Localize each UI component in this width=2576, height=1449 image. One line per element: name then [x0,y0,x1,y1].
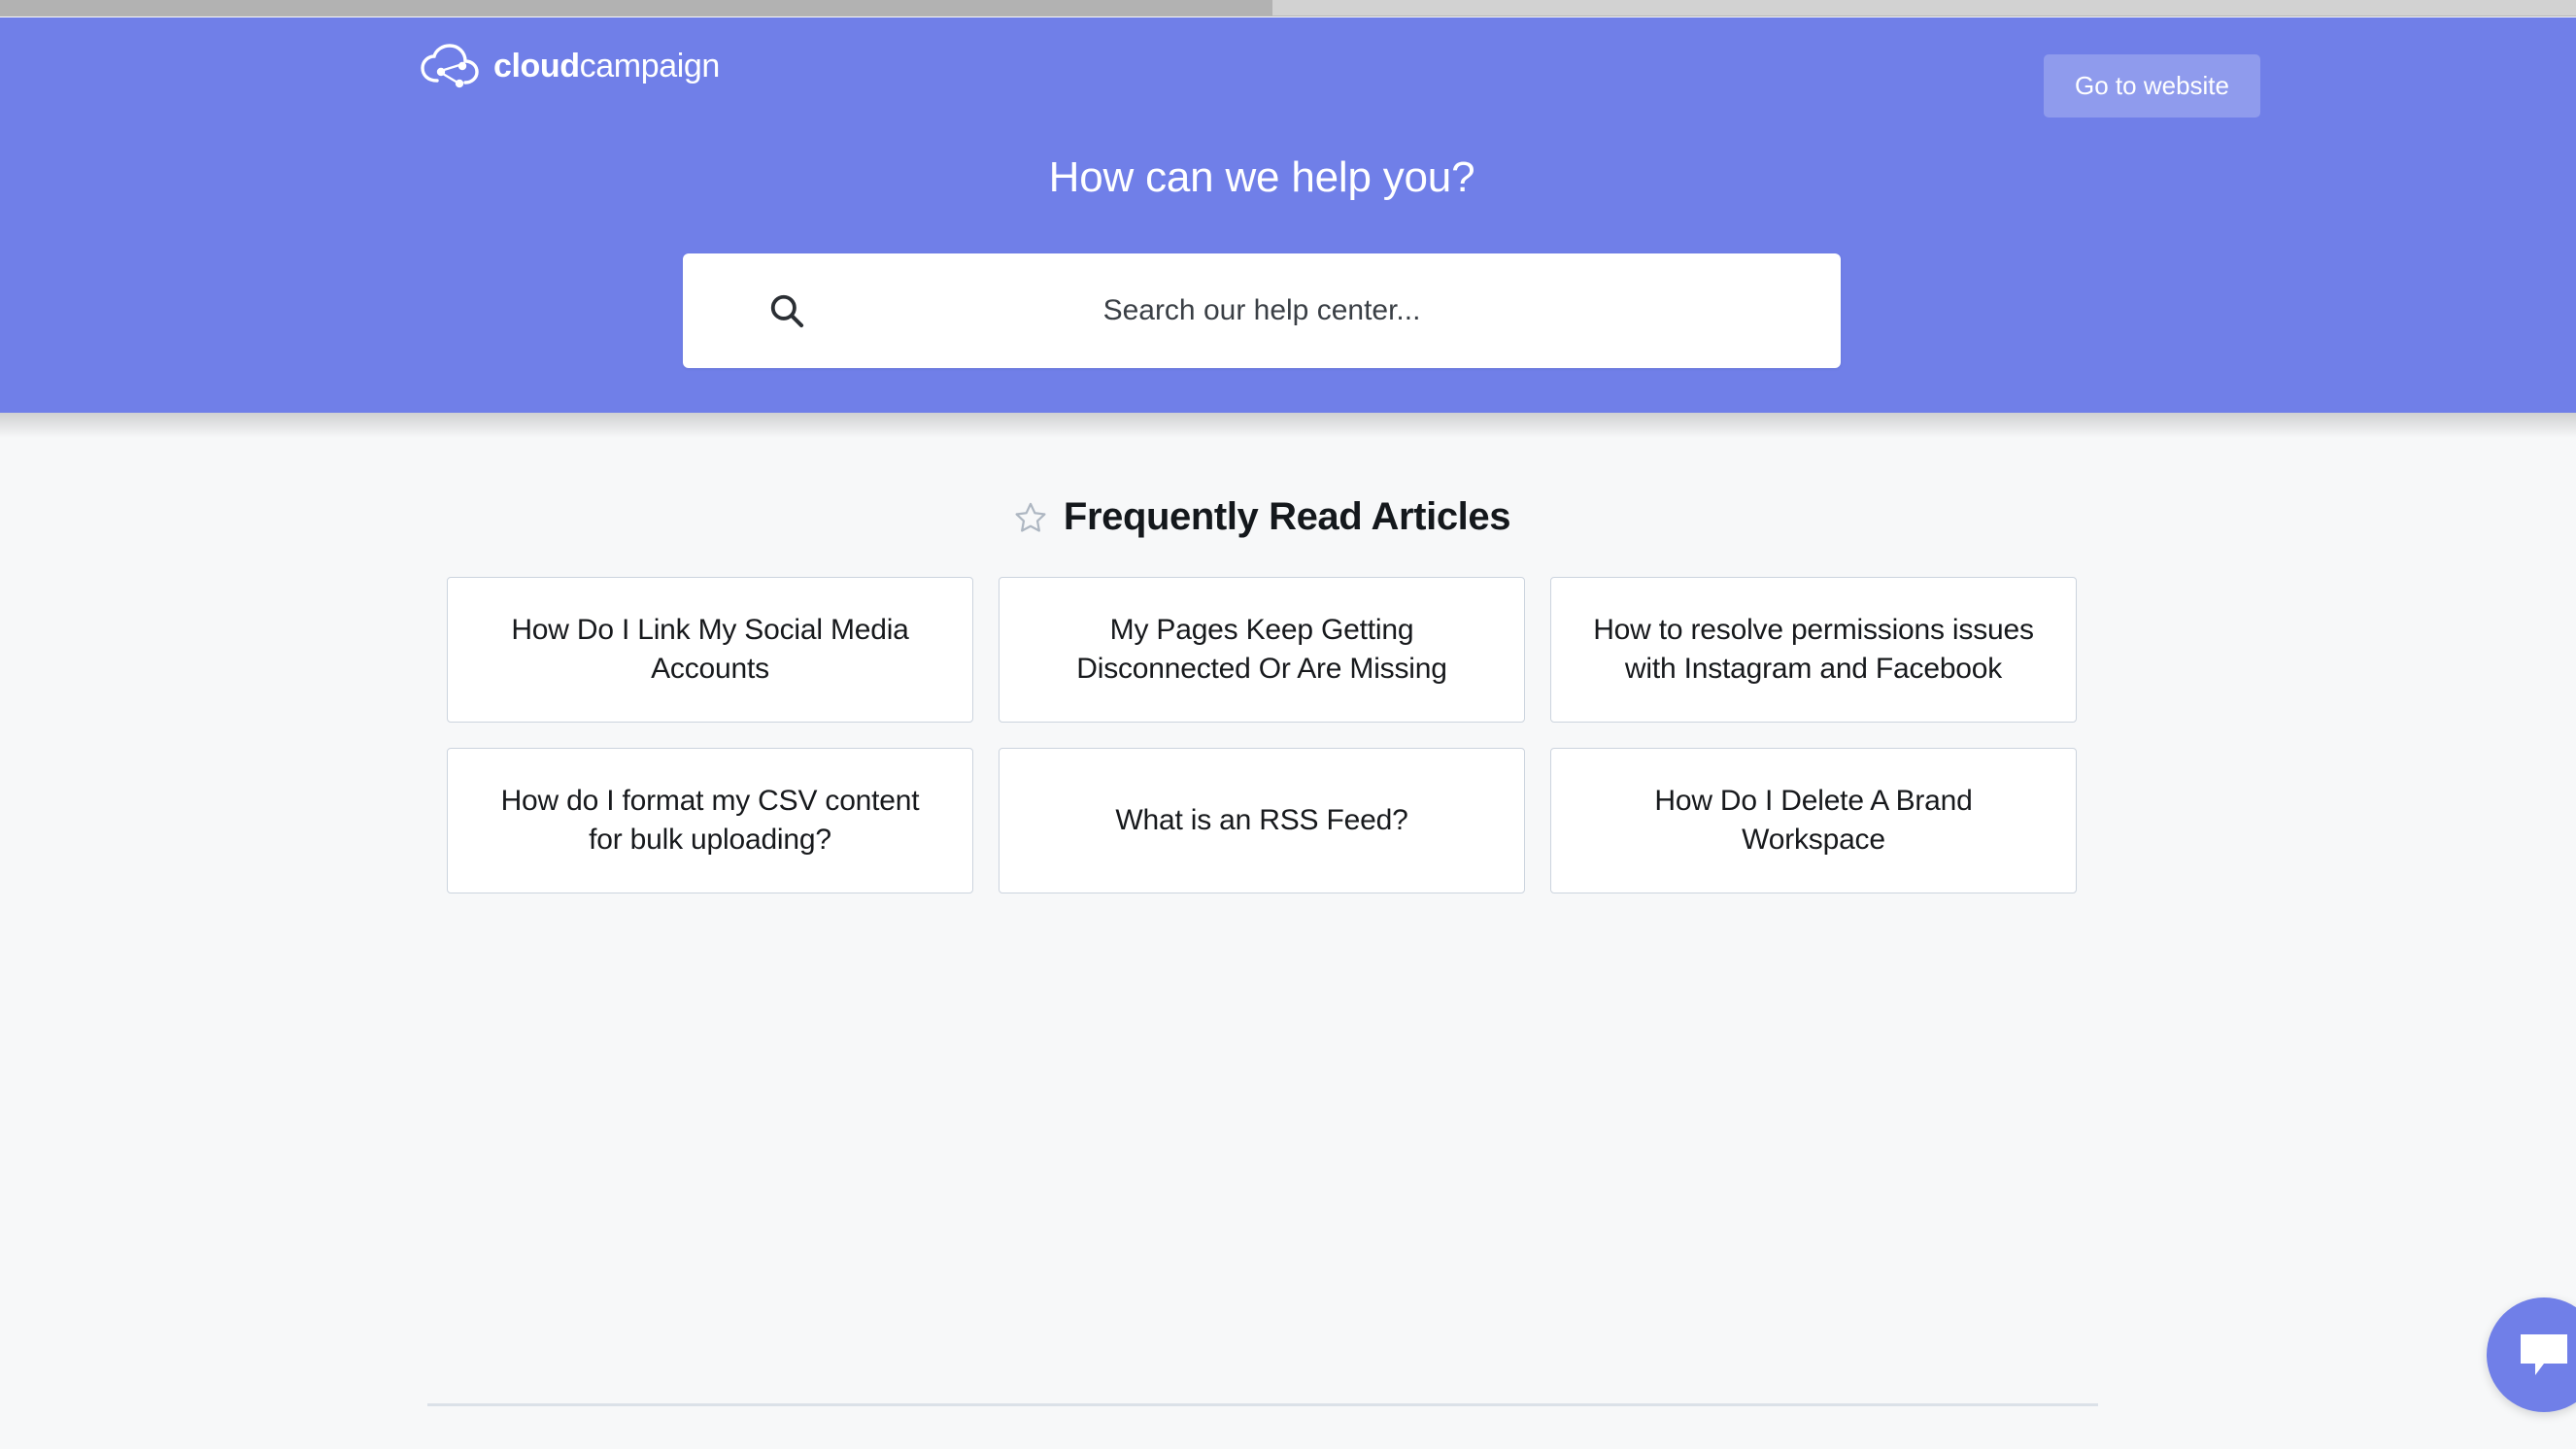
search-input[interactable] [683,253,1841,368]
article-card[interactable]: What is an RSS Feed? [999,748,1525,893]
article-card[interactable]: How Do I Link My Social Media Accounts [447,577,973,723]
header-shadow [0,413,2576,438]
brand-name-bold: cloud [493,47,580,84]
page-title: How can we help you? [1048,153,1475,201]
frequently-read-heading-label: Frequently Read Articles [1063,495,1511,538]
brand-name-light: campaign [579,47,721,84]
star-icon [1015,502,1046,532]
frequently-read-grid: How Do I Link My Social Media Accounts M… [447,577,2078,893]
brand-logo[interactable]: cloudcampaign [420,44,720,88]
search-bar[interactable] [683,253,1841,368]
article-card[interactable]: My Pages Keep Getting Disconnected Or Ar… [999,577,1525,723]
frequently-read-heading: Frequently Read Articles [0,495,2524,539]
scrollbar-thumb[interactable] [0,0,1272,16]
page-header: cloudcampaign Go to website How can we h… [0,17,2576,413]
chat-bubble-icon [2521,1334,2567,1375]
horizontal-scrollbar[interactable] [0,0,2576,17]
article-card[interactable]: How to resolve permissions issues with I… [1550,577,2077,723]
cloud-share-logo-icon [421,44,479,88]
section-divider [427,1403,2098,1406]
article-card[interactable]: How Do I Delete A Brand Workspace [1550,748,2077,893]
go-to-website-button[interactable]: Go to website [2044,54,2260,118]
search-icon [770,294,804,328]
brand-name: cloudcampaign [493,48,720,85]
article-card[interactable]: How do I format my CSV content for bulk … [447,748,973,893]
chat-widget-button[interactable] [2487,1297,2576,1412]
